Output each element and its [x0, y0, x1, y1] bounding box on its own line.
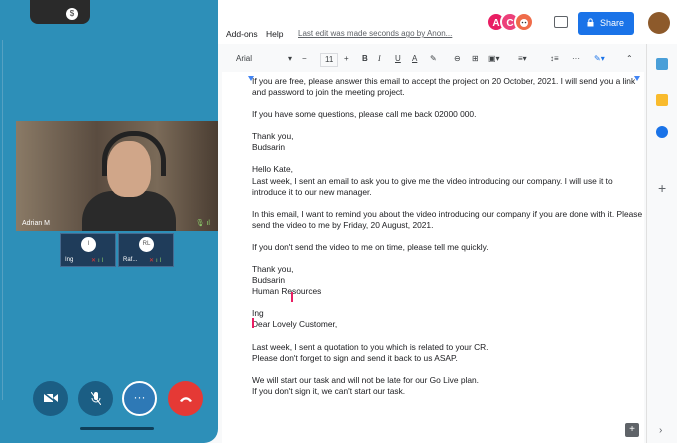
participant-avatar: RL [139, 237, 154, 252]
highlight-pen-icon[interactable]: ✎ [430, 53, 437, 65]
more-options-icon[interactable]: ··· [572, 53, 580, 65]
decrease-font-size-button[interactable]: − [302, 53, 307, 65]
collaborator-cursor [252, 318, 254, 328]
mic-muted-icon: ✕ıl [149, 258, 164, 264]
hang-up-icon [179, 397, 192, 402]
menu-help[interactable]: Help [266, 29, 283, 39]
mic-off-button[interactable] [78, 381, 113, 416]
tasks-icon[interactable] [656, 126, 668, 138]
speaker-name: Adrian M [22, 220, 51, 227]
collapse-toolbar-icon[interactable]: ⌃ [626, 53, 633, 65]
insert-link-icon[interactable]: ⊖ [454, 53, 461, 65]
insert-image-icon[interactable]: ▣▾ [488, 53, 500, 65]
participant-name: Raf... [123, 257, 138, 263]
user-profile-avatar[interactable] [648, 12, 670, 34]
underline-button[interactable]: U [395, 53, 401, 65]
paragraph: Last week, I sent a quotation to you whi… [252, 341, 489, 363]
font-size-input[interactable]: 11 [320, 53, 339, 67]
keep-icon[interactable] [656, 94, 668, 106]
document-page[interactable]: If you are free, please answer this emai… [222, 76, 644, 443]
share-button[interactable]: Share [578, 12, 634, 35]
last-edit-link[interactable]: Last edit was made seconds ago by Anon..… [298, 29, 452, 38]
formatting-toolbar: Arial ▾ − 11 + B I U A ✎ ⊖ ⊞ ▣▾ ≡▾ ↕≡ ··… [222, 46, 644, 73]
document-body[interactable]: If you are free, please answer this emai… [252, 76, 644, 408]
main-video[interactable]: Adrian M 🎙 ıl [16, 121, 218, 231]
paragraph: We will start our task and will not be l… [252, 374, 480, 396]
paragraph: Thank you, Budsarin Human Resources [252, 264, 322, 297]
home-indicator [80, 427, 154, 430]
camera-off-icon [43, 392, 58, 404]
participant-tile[interactable]: I Ing ✕ıl [60, 233, 116, 267]
chevron-down-icon[interactable]: ▾ [288, 53, 292, 65]
paragraph: Hello Kate, Last week, I sent an email t… [252, 164, 613, 197]
bold-button[interactable]: B [362, 53, 368, 65]
animal-avatar-icon [520, 19, 528, 27]
mic-active-icon: 🎙 ıl [195, 220, 210, 227]
explore-button[interactable]: + [625, 423, 639, 437]
collaborator-avatar[interactable] [514, 12, 534, 32]
increase-font-size-button[interactable]: + [344, 53, 349, 65]
end-call-button[interactable] [168, 381, 203, 416]
line-spacing-icon[interactable]: ↕≡ [550, 53, 559, 65]
menu-addons[interactable]: Add-ons [226, 29, 258, 39]
paragraph: If you don't send the video to me on tim… [252, 241, 489, 252]
camera-off-button[interactable] [33, 381, 68, 416]
participant-avatar: I [81, 237, 96, 252]
participant-name: Ing [65, 257, 74, 263]
italic-button[interactable]: I [378, 53, 381, 65]
speaker-body [82, 191, 176, 231]
paragraph: Thank you, Budsarin [252, 131, 294, 153]
status-pill: $ [30, 0, 90, 24]
video-call-window: $ Adrian M 🎙 ıl I Ing ✕ıl RL Raf... ✕ıl … [0, 0, 218, 443]
paragraph: If you have some questions, please call … [252, 109, 477, 120]
align-icon[interactable]: ≡▾ [518, 53, 527, 65]
editing-mode-icon[interactable]: ✎▾ [594, 53, 605, 65]
paragraph: In this email, I want to remind you abou… [252, 208, 643, 230]
side-panel: + [646, 44, 677, 443]
text-color-button[interactable]: A [412, 53, 417, 65]
scroll-guide [2, 40, 9, 400]
chevron-right-icon[interactable]: › [659, 425, 662, 436]
paragraph: Ing Dear Lovely Customer, [252, 308, 338, 330]
comment-history-icon[interactable] [554, 16, 568, 28]
add-addon-icon[interactable]: + [658, 180, 666, 196]
share-label: Share [600, 18, 625, 28]
add-comment-icon[interactable]: ⊞ [472, 53, 479, 65]
calendar-icon[interactable] [656, 58, 668, 70]
menu-bar: Add-ons Help [226, 29, 290, 39]
ellipsis-icon: ··· [133, 390, 146, 404]
dollar-icon: $ [66, 8, 78, 20]
paragraph: If you are free, please answer this emai… [252, 76, 636, 98]
collaborator-cursor [291, 292, 293, 302]
more-options-button[interactable]: ··· [122, 381, 157, 416]
mic-off-icon [90, 391, 101, 406]
font-family-select[interactable]: Arial [236, 53, 252, 65]
lock-icon [587, 18, 594, 27]
mic-muted-icon: ✕ıl [91, 258, 106, 264]
participant-tile[interactable]: RL Raf... ✕ıl [118, 233, 174, 267]
